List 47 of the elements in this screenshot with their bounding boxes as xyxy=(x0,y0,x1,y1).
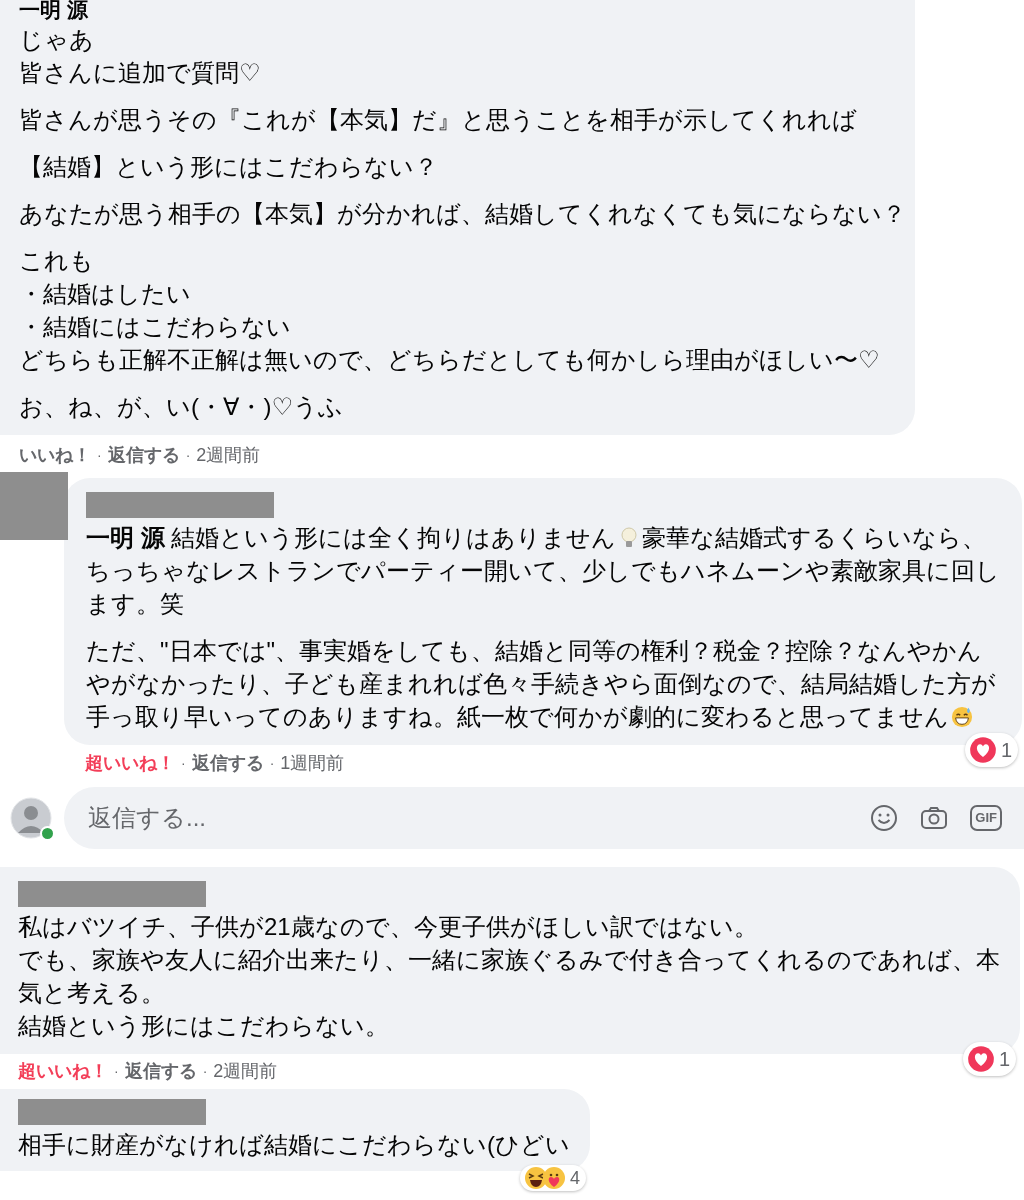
reaction-badge[interactable]: 1 xyxy=(964,733,1018,767)
comment-text: 一明 源 結婚という形には全く拘りはありません 豪華な結婚式するくらいなら、ちっちゃなレストランでパーティー開いて、少しでもハネムーンや素敵家具に回します。笑 xyxy=(86,523,1001,619)
comment-text: あなたが思う相手の【本気】が分かれば、結婚してくれなくても気にならない？ xyxy=(19,199,907,229)
separator-dot: · xyxy=(114,1062,119,1081)
reaction-badge[interactable]: 1 xyxy=(962,1042,1016,1076)
heart-reaction-icon xyxy=(966,1045,995,1073)
timestamp: 2週間前 xyxy=(213,1060,278,1083)
reply-link[interactable]: 返信する xyxy=(124,1059,197,1083)
like-link[interactable]: 超いいね！ xyxy=(85,751,175,775)
like-link[interactable]: いいね！ xyxy=(19,443,91,467)
separator-dot: · xyxy=(202,1062,208,1081)
redacted-avatar xyxy=(0,472,68,540)
separator-dot: · xyxy=(185,446,191,465)
laughing-reaction-icon xyxy=(524,1166,548,1190)
heart-reaction-icon xyxy=(968,736,997,764)
gif-button[interactable]: GIF xyxy=(970,805,1002,831)
comment-text: 【結婚】という形にはこだわらない？ xyxy=(19,152,439,182)
separator-dot: · xyxy=(181,754,186,773)
author-name[interactable]: 一明 源 xyxy=(19,0,907,20)
timestamp: 1週間前 xyxy=(280,752,345,775)
timestamp: 2週間前 xyxy=(196,444,261,467)
comment-text: でも、家族や友人に紹介出来たり、一緒に家族ぐるみで付き合ってくれるのであれば、本気と考える。 xyxy=(18,945,1001,1008)
comment-text: ・結婚はしたい xyxy=(19,279,192,309)
grinning-sweat-emoji-icon xyxy=(951,705,973,729)
comment-text: 私はバツイチ、子供が21歳なので、今更子供がほしい訳ではない。 xyxy=(18,912,759,942)
separator-dot: · xyxy=(97,446,102,465)
comment-text: ・結婚にはこだわらない xyxy=(19,312,292,342)
mention-link[interactable]: 一明 源 xyxy=(86,524,165,551)
emoji-icon[interactable] xyxy=(870,804,899,832)
comment-text: 皆さんに追加で質問♡ xyxy=(19,58,262,88)
comment-text: じゃあ xyxy=(19,25,95,55)
reply-input[interactable]: 返信する... GIF xyxy=(64,787,1024,849)
separator-dot: · xyxy=(269,754,275,773)
comment-text: ただ、"日本では"、事実婚をしても、結婚と同等の権利？税金？控除？なんやかんやがなかったり、子ども産まれれば色々手続きやら面倒なので、結局結婚した方が手っ取り早いってのありますね。紙一枚で何かが劇的に変わると思ってません xyxy=(86,636,997,732)
comment-text: 相手に財産がなければ結婚にこだわらない(ひどい xyxy=(18,1130,570,1160)
reply-link[interactable]: 返信する xyxy=(191,751,264,775)
reply-link[interactable]: 返信する xyxy=(107,443,180,467)
comment-text: 結婚という形にはこだわらない。 xyxy=(18,1011,390,1041)
comment-text: どちらも正解不正解は無いので、どちらだとしても何かしら理由がほしい〜♡ xyxy=(19,345,881,375)
comment-text: お、ね、が、い(・∀・)♡うふ xyxy=(19,392,344,422)
hugging-heart-reaction-icon xyxy=(542,1166,566,1190)
reaction-badge[interactable]: 4 xyxy=(520,1165,586,1191)
user-avatar xyxy=(10,797,52,839)
camera-icon[interactable] xyxy=(920,804,949,832)
comment-text: これも xyxy=(19,246,95,276)
comment-text: 皆さんが思うその『これが【本気】だ』と思うことを相手が示してくれれば xyxy=(19,105,858,135)
like-link[interactable]: 超いいね！ xyxy=(18,1059,108,1083)
